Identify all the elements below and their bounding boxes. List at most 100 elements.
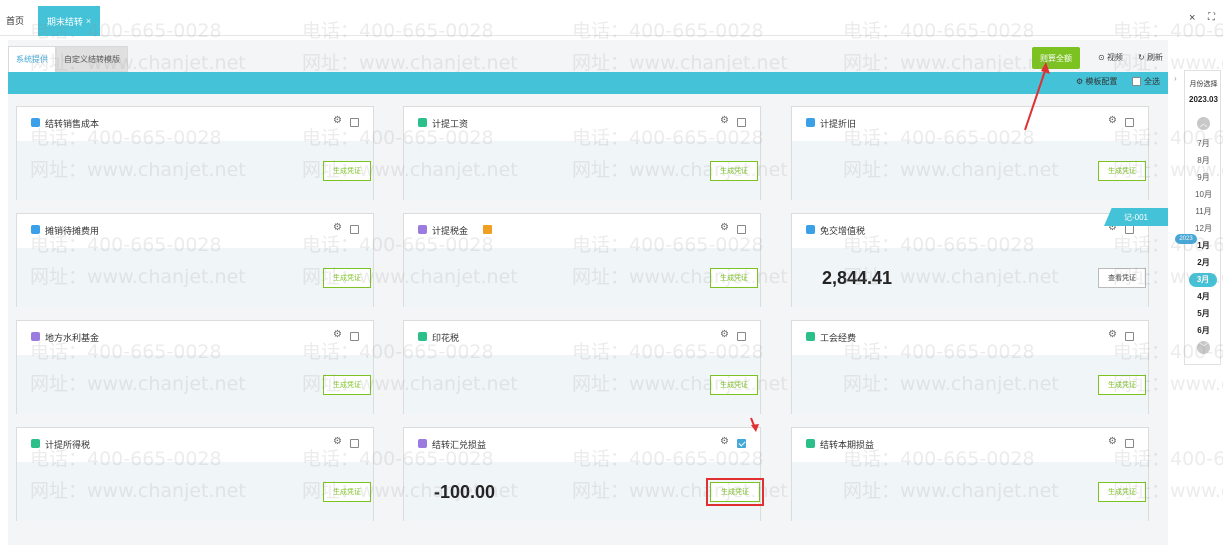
carryover-card: 免交增值税 ⚙ 2,844.41 查看凭证 — [791, 213, 1149, 307]
card-checkbox[interactable] — [350, 225, 359, 234]
tab-period-end-carryover[interactable]: 期末结转 × — [38, 6, 100, 36]
generate-voucher-button[interactable]: 生成凭证 — [1098, 161, 1146, 181]
card-title: 结转本期损益 — [820, 440, 875, 450]
card-checkbox[interactable] — [1125, 439, 1134, 448]
month-item[interactable]: 8月 — [1185, 155, 1222, 166]
generate-voucher-button[interactable]: 生成凭证 — [710, 268, 758, 288]
card-checkbox[interactable] — [737, 332, 746, 341]
card-type-icon — [806, 439, 815, 448]
generate-voucher-button[interactable]: 生成凭证 — [710, 161, 758, 181]
gear-icon[interactable]: ⚙ — [1108, 115, 1117, 126]
generate-voucher-button[interactable]: 生成凭证 — [323, 375, 371, 395]
card-checkbox[interactable] — [350, 118, 359, 127]
tab-system[interactable]: 系统提供 — [8, 46, 56, 72]
month-item[interactable]: 6月 — [1185, 325, 1222, 336]
refresh-icon: ↻ — [1138, 53, 1145, 62]
close-icon[interactable]: × — [1189, 12, 1195, 24]
card-checkbox[interactable] — [1125, 118, 1134, 127]
card-checkbox[interactable] — [737, 118, 746, 127]
gear-icon[interactable]: ⚙ — [333, 115, 342, 126]
settle-all-button[interactable]: 则算全额 — [1032, 47, 1080, 69]
gear-icon[interactable]: ⚙ — [333, 436, 342, 447]
month-item[interactable]: 7月 — [1185, 138, 1222, 149]
card-checkbox[interactable] — [737, 225, 746, 234]
month-item[interactable]: 11月 — [1185, 206, 1222, 217]
card-body — [17, 355, 373, 414]
card-body — [17, 141, 373, 200]
select-all-checkbox[interactable] — [1132, 77, 1141, 86]
card-checkbox-wrapper — [737, 332, 746, 343]
card-checkbox[interactable] — [1125, 225, 1134, 234]
gear-icon[interactable]: ⚙ — [1108, 329, 1117, 340]
card-title: 地方水利基金 — [45, 333, 100, 343]
carryover-card: 结转汇兑损益 ⚙ -100.00 生成凭证 — [403, 427, 764, 521]
month-item[interactable]: 4月 — [1185, 291, 1222, 302]
card-checkbox[interactable] — [350, 332, 359, 341]
generate-voucher-button[interactable]: 生成凭证 — [323, 268, 371, 288]
gear-icon[interactable]: ⚙ — [720, 329, 729, 340]
card-checkbox-wrapper — [350, 439, 359, 450]
gear-icon[interactable]: ⚙ — [720, 222, 729, 233]
select-all[interactable]: 全选 — [1132, 76, 1160, 87]
fullscreen-icon[interactable]: ⛶ — [1208, 12, 1215, 23]
template-config-button[interactable]: ⚙ 模板配置 — [1076, 76, 1117, 87]
card-body — [792, 462, 1148, 521]
month-item[interactable]: 5月 — [1185, 308, 1222, 319]
card-type-icon — [418, 225, 427, 234]
refresh-label: 刷新 — [1146, 53, 1163, 62]
card-type-icon — [806, 225, 815, 234]
carryover-card: 工会经费 ⚙ 生成凭证 — [791, 320, 1149, 414]
carryover-card: 计提税金 ⚙ 生成凭证 — [403, 213, 761, 307]
view-voucher-button[interactable]: 查看凭证 — [1098, 268, 1146, 288]
gear-icon[interactable]: ⚙ — [720, 115, 729, 126]
carryover-card: 结转销售成本 ⚙ 生成凭证 — [16, 106, 374, 200]
top-tab-bar: 首页 期末结转 × × ⛶ — [0, 0, 1223, 36]
tab-home[interactable]: 首页 — [6, 14, 24, 27]
carryover-card: 地方水利基金 ⚙ 生成凭证 — [16, 320, 374, 414]
carryover-card: 结转本期损益 ⚙ 生成凭证 — [791, 427, 1149, 521]
video-label: 视频 — [1106, 53, 1123, 62]
generate-voucher-button[interactable]: 生成凭证 — [706, 478, 764, 506]
card-title: 计提折旧 — [820, 119, 857, 129]
generate-voucher-button[interactable]: 生成凭证 — [1098, 482, 1146, 502]
card-type-icon — [806, 332, 815, 341]
tab-close-icon[interactable]: × — [86, 16, 91, 26]
card-checkbox[interactable] — [1125, 332, 1134, 341]
card-type-icon — [418, 439, 427, 448]
scroll-up-icon[interactable]: ︿ — [1197, 117, 1210, 130]
tab-custom-template[interactable]: 自定义结转模版 — [56, 46, 128, 72]
card-type-icon — [418, 332, 427, 341]
card-title: 计提工资 — [432, 119, 469, 129]
subtab-bar: 系统提供 自定义结转模版 — [8, 46, 128, 72]
month-item[interactable]: 2月 — [1185, 257, 1222, 268]
header-band — [8, 72, 1168, 94]
card-checkbox-wrapper — [350, 225, 359, 236]
gear-icon[interactable]: ⚙ — [720, 436, 729, 447]
card-title: 计提税金 — [432, 226, 469, 236]
card-type-icon — [31, 332, 40, 341]
card-checkbox[interactable] — [350, 439, 359, 448]
month-item[interactable]: 12月 — [1185, 223, 1222, 234]
month-item[interactable]: 3月 — [1189, 273, 1217, 287]
template-config-label: 模板配置 — [1085, 77, 1118, 86]
gear-icon[interactable]: ⚙ — [1108, 436, 1117, 447]
gear-icon[interactable]: ⚙ — [333, 222, 342, 233]
generate-voucher-button[interactable]: 生成凭证 — [1098, 375, 1146, 395]
card-checkbox-wrapper — [350, 118, 359, 129]
card-type-icon — [31, 225, 40, 234]
carryover-card: 计提折旧 ⚙ 生成凭证 — [791, 106, 1149, 200]
scroll-down-icon[interactable]: ﹀ — [1197, 341, 1210, 354]
card-checkbox[interactable] — [737, 439, 746, 448]
carryover-card: 印花税 ⚙ 生成凭证 — [403, 320, 761, 414]
generate-voucher-button[interactable]: 生成凭证 — [710, 375, 758, 395]
collapse-arrow-icon[interactable]: › — [1174, 74, 1177, 83]
month-item[interactable]: 10月 — [1185, 189, 1222, 200]
refresh-button[interactable]: ↻ 刷新 — [1138, 52, 1163, 63]
gear-icon[interactable]: ⚙ — [333, 329, 342, 340]
card-body — [404, 141, 760, 200]
generate-voucher-button[interactable]: 生成凭证 — [323, 161, 371, 181]
video-button[interactable]: ⊙ 视频 — [1098, 52, 1123, 63]
card-body — [792, 355, 1148, 414]
month-item[interactable]: 9月 — [1185, 172, 1222, 183]
generate-voucher-button[interactable]: 生成凭证 — [323, 482, 371, 502]
